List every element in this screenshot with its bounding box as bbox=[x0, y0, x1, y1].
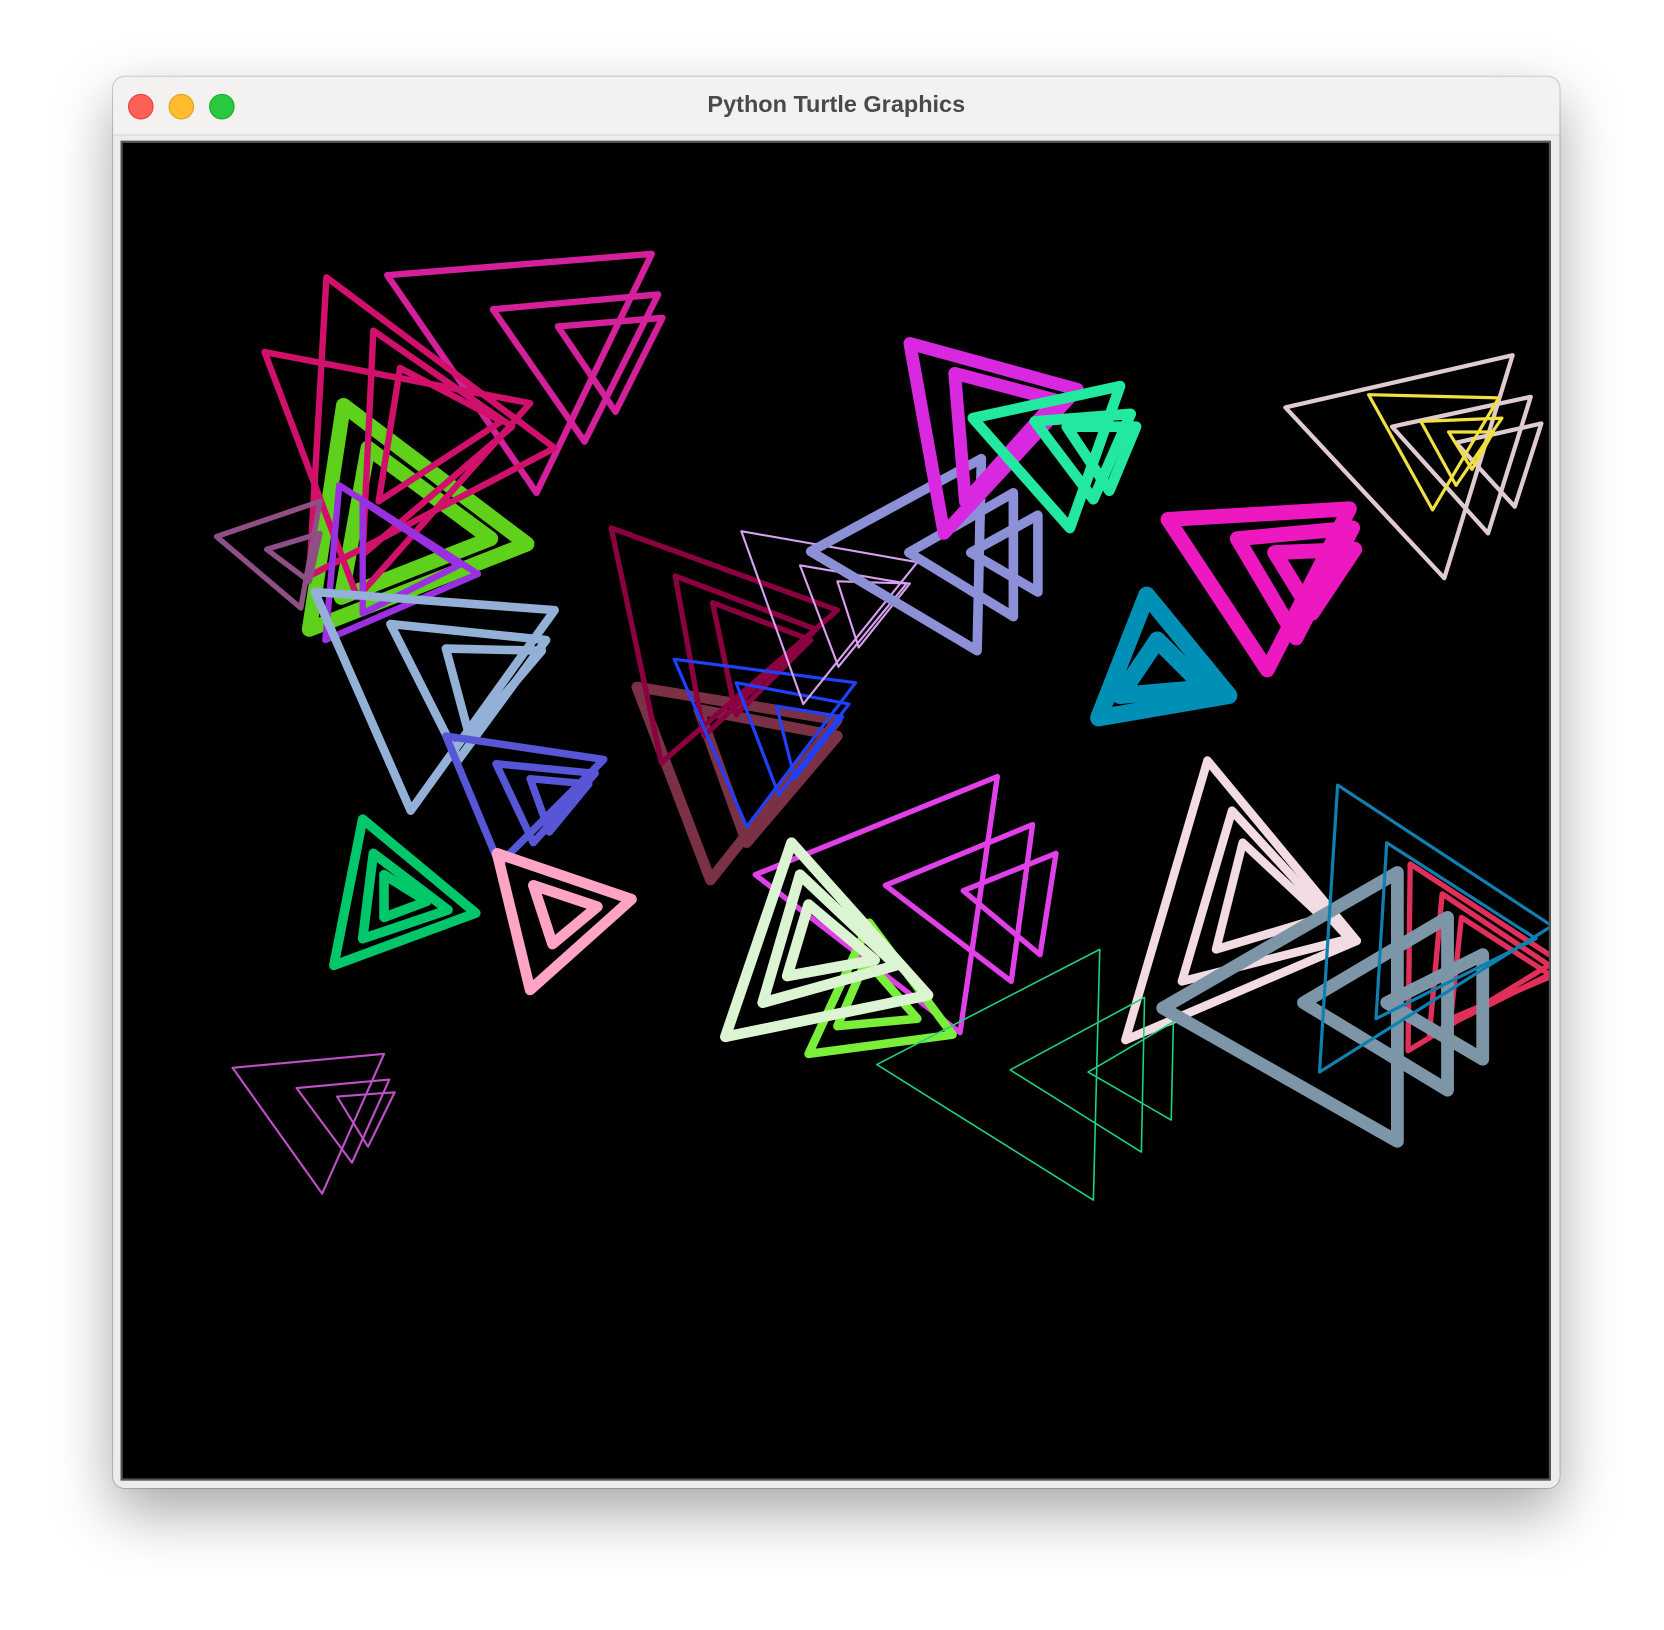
triangle-spiral bbox=[442, 732, 608, 868]
triangle-stroke bbox=[213, 498, 323, 611]
triangle-stroke bbox=[960, 850, 1059, 958]
triangle-spiral bbox=[384, 250, 666, 497]
triangle-stroke bbox=[1009, 996, 1146, 1153]
triangle-spiral bbox=[1366, 393, 1504, 512]
triangle-stroke bbox=[554, 314, 666, 415]
triangle-spiral bbox=[310, 587, 559, 815]
triangle-stroke bbox=[491, 848, 637, 996]
triangle-stroke bbox=[384, 250, 655, 497]
triangle-spiral bbox=[491, 848, 637, 996]
triangle-spiral bbox=[1090, 586, 1238, 727]
triangle-spiral bbox=[805, 453, 1043, 656]
triangle-spiral bbox=[213, 498, 323, 611]
triangle-stroke bbox=[805, 453, 987, 656]
triangle-stroke bbox=[693, 704, 843, 849]
triangle-stroke bbox=[231, 1052, 386, 1195]
triangle-stroke bbox=[876, 948, 1101, 1201]
triangle-stroke bbox=[882, 821, 1036, 985]
triangle-stroke bbox=[1389, 394, 1533, 536]
triangle-spiral bbox=[329, 814, 481, 971]
triangle-spiral bbox=[231, 1052, 396, 1195]
turtle-drawing bbox=[213, 250, 1549, 1201]
triangle-stroke bbox=[295, 1078, 391, 1164]
